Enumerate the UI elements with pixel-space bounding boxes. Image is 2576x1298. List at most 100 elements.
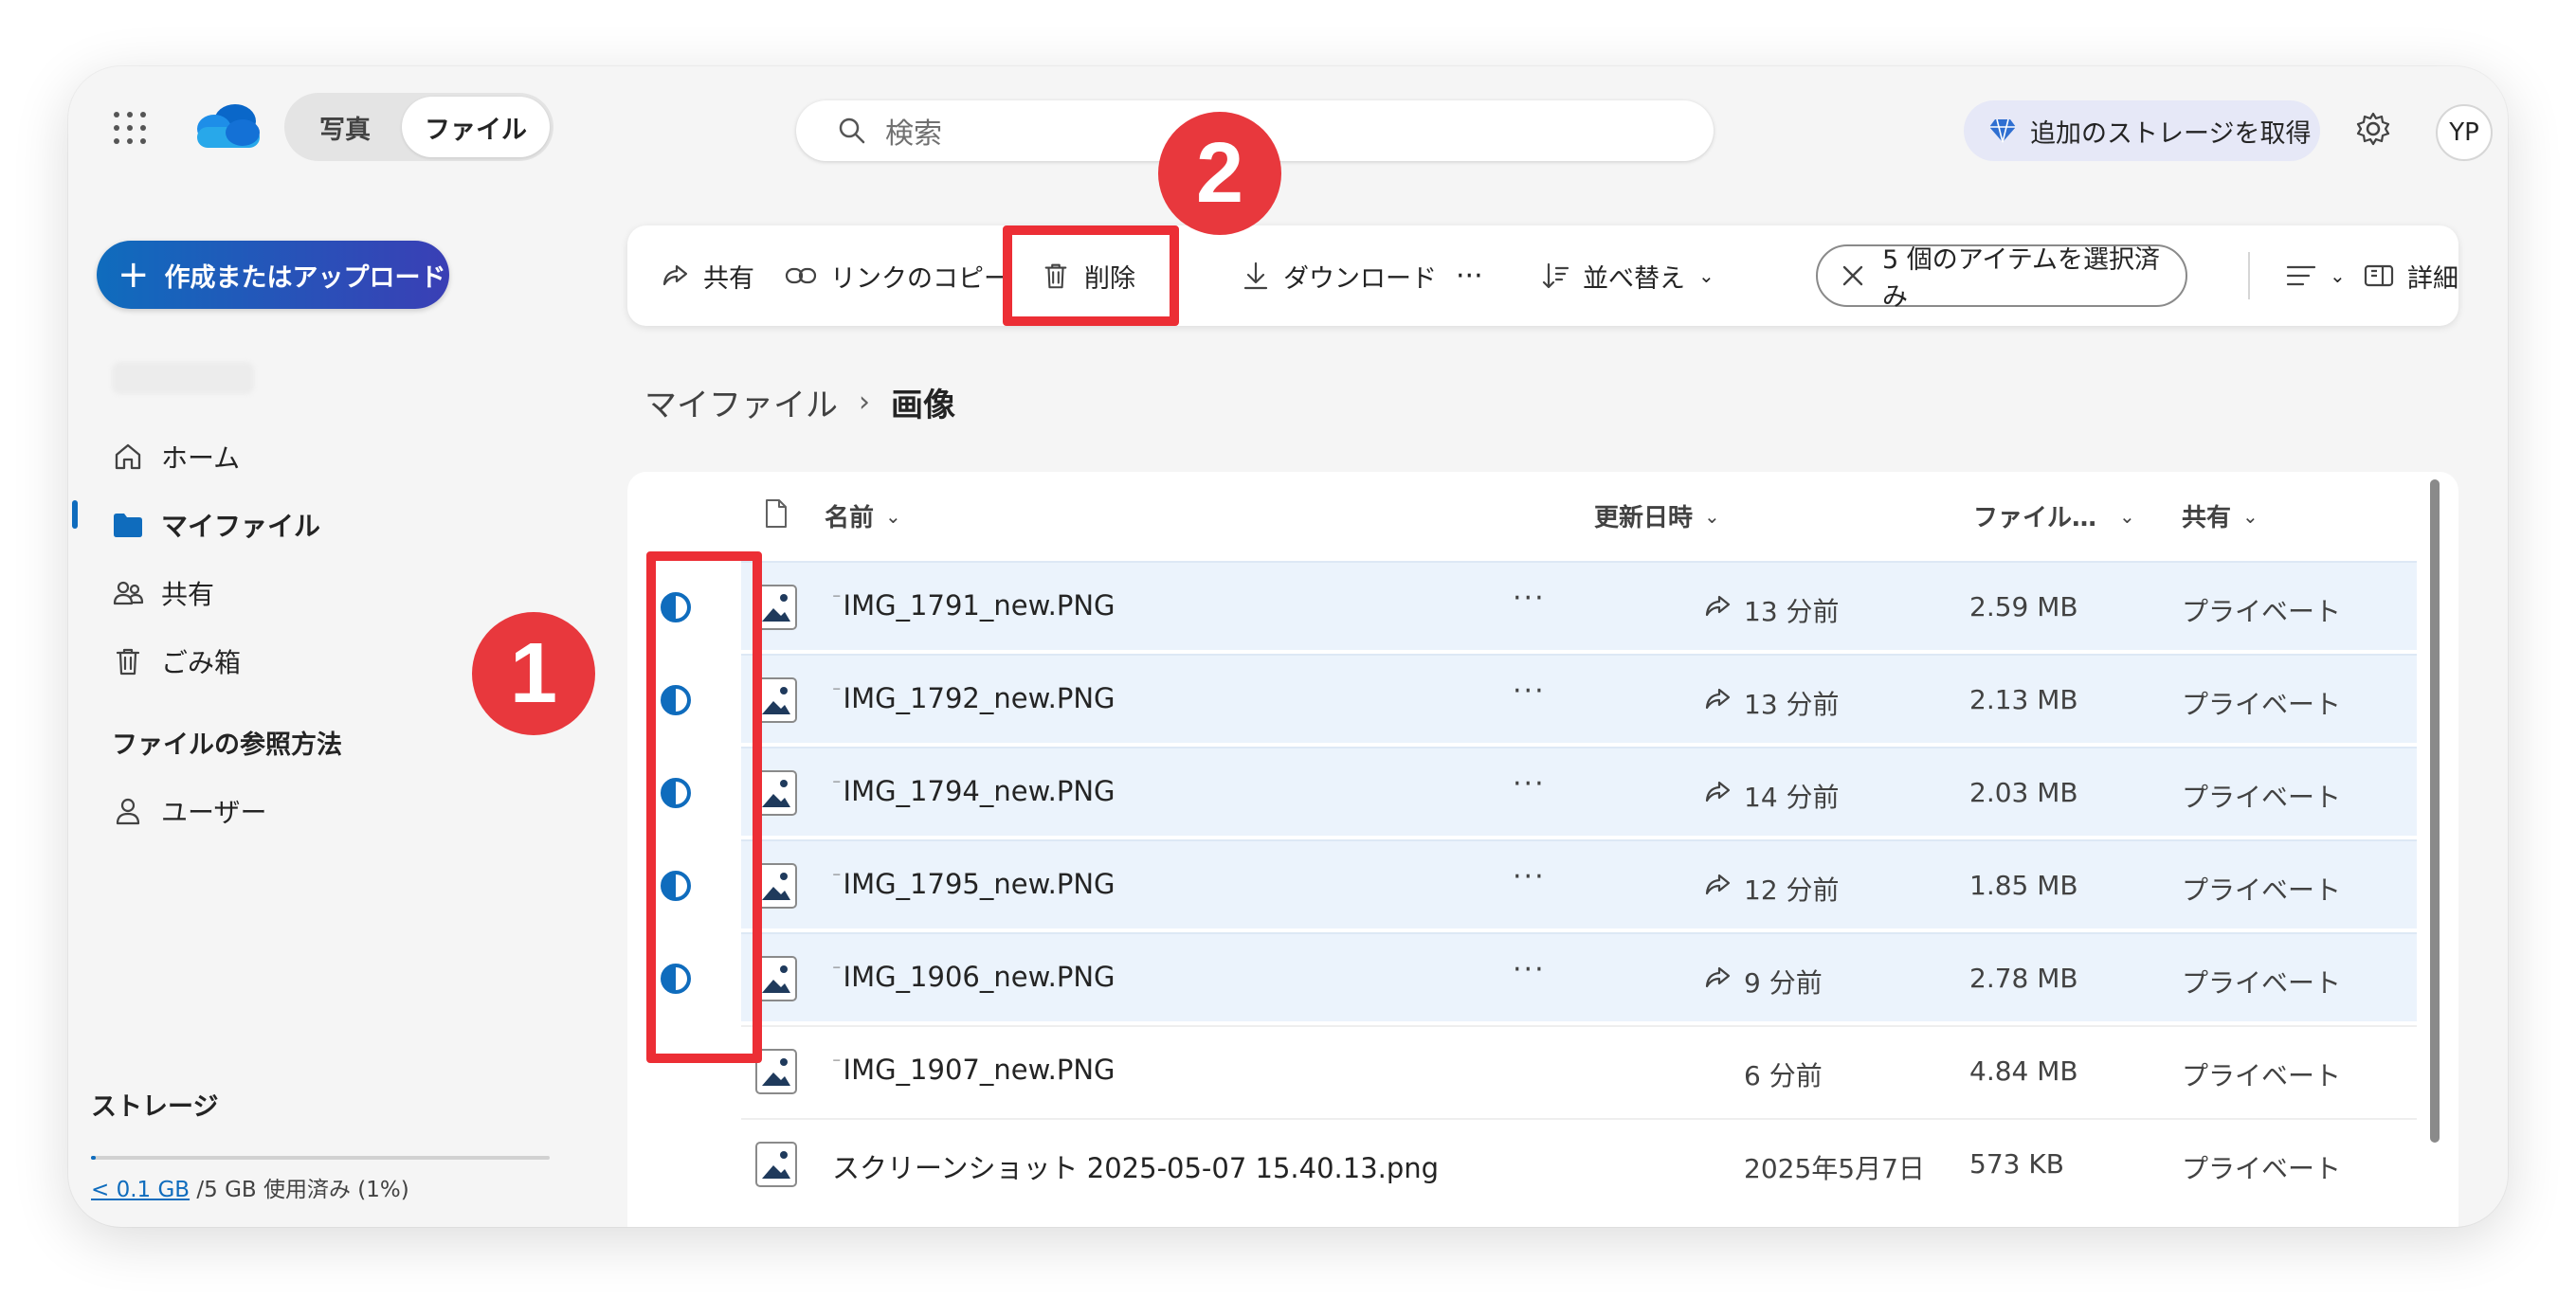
column-header-modified[interactable]: 更新日時 ⌄ xyxy=(1594,498,1720,533)
avatar[interactable]: YP xyxy=(2436,104,2493,161)
row-more-actions-button[interactable]: ··· xyxy=(1513,582,1546,615)
home-icon xyxy=(115,443,141,470)
file-name[interactable]: ⁻IMG_1791_new.PNG xyxy=(832,589,1116,622)
tab-photos[interactable]: 写真 xyxy=(288,97,402,157)
table-row[interactable]: ⁻IMG_1791_new.PNG ··· 13 分前 2.59 MB プライベート xyxy=(661,561,2417,650)
storage-progress-bar xyxy=(91,1156,550,1160)
breadcrumb-root[interactable]: マイファイル xyxy=(644,379,838,425)
modified-date: 2025年5月7日 xyxy=(1744,1153,1925,1184)
file-type-icon xyxy=(764,498,789,529)
row-share-icon[interactable] xyxy=(1702,963,1732,997)
sort-button[interactable]: 並べ替え ⌄ xyxy=(1541,225,1714,326)
breadcrumb: マイファイル › 画像 xyxy=(644,379,955,425)
table-row[interactable]: ⁻IMG_1907_new.PNG 6 分前 4.84 MB プライベート xyxy=(741,1025,2417,1114)
file-size: 4.84 MB xyxy=(1969,1055,2078,1087)
storage-heading: ストレージ xyxy=(91,1092,219,1122)
onedrive-logo-icon[interactable] xyxy=(191,100,263,153)
get-storage-button[interactable]: 追加のストレージを取得 xyxy=(1964,100,2320,161)
chevron-down-icon: ⌄ xyxy=(1704,504,1720,528)
row-share-icon[interactable] xyxy=(1702,591,1732,625)
file-name[interactable]: ⁻IMG_1792_new.PNG xyxy=(832,682,1116,714)
storage-used-link[interactable]: < 0.1 GB xyxy=(91,1178,190,1202)
file-size: 2.78 MB xyxy=(1969,963,2078,994)
link-icon xyxy=(785,267,817,284)
table-row[interactable]: ⁻IMG_1794_new.PNG ··· 14 分前 2.03 MB プライベート xyxy=(661,747,2417,836)
file-size: 2.13 MB xyxy=(1969,684,2078,715)
row-share-icon[interactable] xyxy=(1702,777,1732,811)
share-icon xyxy=(662,264,688,286)
column-header-sharing[interactable]: 共有 ⌄ xyxy=(2182,498,2259,533)
file-name[interactable]: ⁻IMG_1906_new.PNG xyxy=(832,961,1116,993)
vertical-scrollbar[interactable] xyxy=(2430,479,2440,1143)
row-share-icon[interactable] xyxy=(1702,684,1732,718)
settings-gear-icon[interactable] xyxy=(2354,110,2392,152)
selection-pill[interactable]: 5 個のアイテムを選択済み xyxy=(1816,244,2187,312)
more-actions-button[interactable]: ··· xyxy=(1456,225,1483,326)
browse-by-heading: ファイルの参照方法 xyxy=(112,730,342,760)
sidebar-item-my-files[interactable]: マイファイル xyxy=(112,506,320,544)
sidebar-item-label: ユーザー xyxy=(161,797,267,828)
tab-files[interactable]: ファイル xyxy=(402,97,550,157)
file-name[interactable]: ⁻IMG_1907_new.PNG xyxy=(832,1054,1116,1086)
row-more-actions-button[interactable]: ··· xyxy=(1513,767,1546,801)
row-more-actions-button[interactable]: ··· xyxy=(1513,953,1546,986)
sort-icon xyxy=(1542,262,1569,289)
new-file-indicator-icon: ⁻ xyxy=(832,961,842,981)
file-name[interactable]: スクリーンショット 2025-05-07 15.40.13.png xyxy=(832,1146,1439,1186)
column-header-size[interactable]: ファイル… ⌄ xyxy=(1973,498,2135,533)
details-button[interactable]: 詳細 xyxy=(2364,225,2458,326)
diamond-icon xyxy=(1989,118,2016,143)
table-row[interactable]: ⁻IMG_1792_new.PNG ··· 13 分前 2.13 MB プライベート xyxy=(661,654,2417,743)
step-badge-1: 1 xyxy=(472,612,595,735)
sidebar-item-people[interactable]: ユーザー xyxy=(112,792,266,830)
share-button[interactable]: 共有 xyxy=(660,225,754,326)
modified-date: 13 分前 xyxy=(1744,689,1840,720)
file-size: 573 KB xyxy=(1969,1148,2064,1180)
table-row[interactable]: スクリーンショット 2025-05-07 15.40.13.png 2025年5月… xyxy=(741,1118,2417,1207)
search-placeholder: 検索 xyxy=(885,117,942,151)
table-row[interactable]: ⁻IMG_1795_new.PNG ··· 12 分前 1.85 MB プライベート xyxy=(661,839,2417,928)
download-button[interactable]: ダウンロード xyxy=(1242,225,1437,326)
people-icon xyxy=(113,581,144,605)
sharing-status: プライベート xyxy=(2182,967,2342,999)
sidebar-item-home[interactable]: ホーム xyxy=(112,438,240,476)
person-icon xyxy=(116,798,140,825)
close-icon[interactable] xyxy=(1841,263,1865,288)
app-launcher-icon[interactable] xyxy=(114,112,148,146)
file-list-header: 名前 ⌄ 更新日時 ⌄ ファイル… ⌄ 共有 ⌄ xyxy=(627,472,2428,561)
breadcrumb-current: 画像 xyxy=(891,387,955,424)
column-header-label: ファイル… xyxy=(1973,504,2097,532)
file-name[interactable]: ⁻IMG_1794_new.PNG xyxy=(832,775,1116,807)
chevron-down-icon: ⌄ xyxy=(2119,504,2135,528)
row-more-actions-button[interactable]: ··· xyxy=(1513,675,1546,708)
image-file-icon xyxy=(754,1141,798,1192)
new-file-indicator-icon: ⁻ xyxy=(832,868,842,888)
storage-progress-fill xyxy=(91,1156,96,1160)
column-header-label: 更新日時 xyxy=(1594,504,1694,532)
get-storage-label: 追加のストレージを取得 xyxy=(2030,118,2312,149)
chevron-down-icon: ⌄ xyxy=(1698,264,1714,287)
file-name-text: IMG_1792_new.PNG xyxy=(843,682,1116,714)
sidebar-item-label: ごみ箱 xyxy=(161,647,242,678)
sidebar-item-recycle-bin[interactable]: ごみ箱 xyxy=(112,642,241,680)
file-name-text: スクリーンショット 2025-05-07 15.40.13.png xyxy=(832,1152,1440,1184)
table-row[interactable]: ⁻IMG_1906_new.PNG ··· 9 分前 2.78 MB プライベート xyxy=(661,932,2417,1021)
column-header-label: 共有 xyxy=(2182,504,2232,532)
create-upload-button[interactable]: + 作成またはアップロード xyxy=(97,241,449,309)
row-more-actions-button[interactable]: ··· xyxy=(1513,860,1546,893)
active-indicator xyxy=(72,500,78,529)
row-share-icon[interactable] xyxy=(1702,870,1732,904)
file-name-text: IMG_1907_new.PNG xyxy=(843,1054,1116,1086)
sidebar-item-shared[interactable]: 共有 xyxy=(112,574,214,612)
new-file-indicator-icon: ⁻ xyxy=(832,1054,842,1073)
file-size: 2.03 MB xyxy=(1969,777,2078,808)
sidebar-item-label: マイファイル xyxy=(161,511,321,542)
view-options-button[interactable]: ⌄ xyxy=(2286,225,2346,326)
column-header-name[interactable]: 名前 ⌄ xyxy=(825,498,901,533)
command-bar: 共有 リンクのコピー 削除 ダウンロード ··· 並べ替え ⌄ 5 個のアイテム… xyxy=(627,225,2458,326)
copy-link-button[interactable]: リンクのコピー xyxy=(785,225,1009,326)
sharing-status: プライベート xyxy=(2182,1153,2342,1184)
file-name[interactable]: ⁻IMG_1795_new.PNG xyxy=(832,868,1116,900)
sort-label: 並べ替え xyxy=(1583,263,1685,294)
create-upload-label: 作成またはアップロード xyxy=(164,262,446,293)
